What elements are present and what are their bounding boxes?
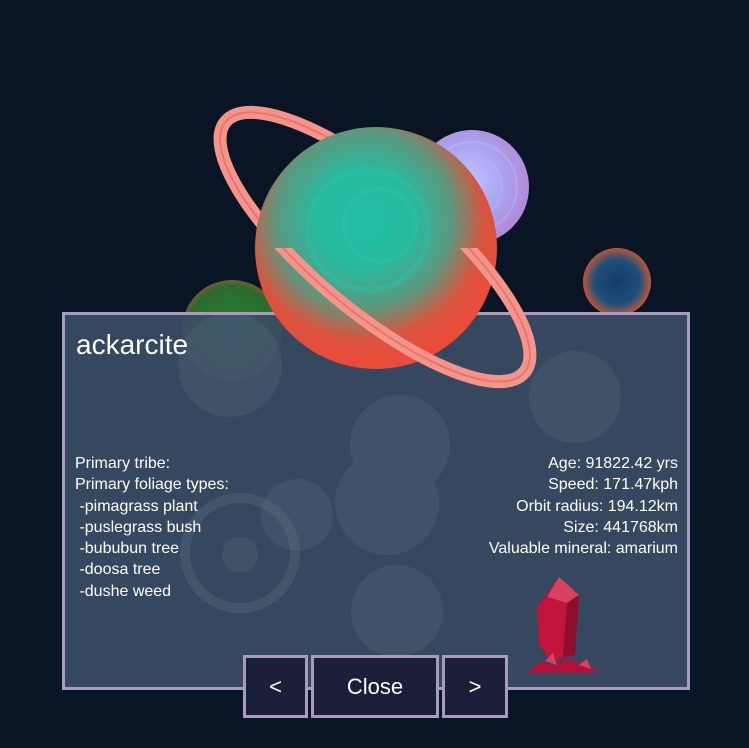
foliage-item: -dushe weed (75, 582, 172, 600)
planet-info-panel: ackarcite Primary tribe: Primary foliage… (62, 312, 690, 690)
primary-foliage-label: Primary foliage types: (75, 476, 229, 494)
planet-mineral: Valuable mineral: amarium (488, 540, 678, 558)
primary-tribe-label: Primary tribe: (75, 455, 171, 472)
foliage-item: -pimagrass plant (75, 497, 198, 515)
foliage-item: -puslegrass bush (75, 518, 202, 536)
moon-planet (415, 130, 529, 244)
planet-name: ackarcite (76, 329, 189, 360)
small-blue-planet (583, 248, 651, 316)
previous-planet-button[interactable]: < (243, 655, 308, 718)
planet-size: Size: 441768km (563, 518, 678, 536)
planet-speed: Speed: 171.47kph (548, 476, 678, 494)
planet-orbit-radius: Orbit radius: 194.12km (516, 497, 678, 515)
foliage-item: -bububun tree (75, 540, 180, 558)
planet-age: Age: 91822.42 yrs (548, 455, 678, 472)
next-planet-button[interactable]: > (442, 655, 508, 718)
foliage-item: -doosa tree (75, 561, 161, 579)
planet-details-left: Primary tribe: Primary foliage types: -p… (75, 453, 229, 602)
planet-stats-right: Age: 91822.42 yrs Speed: 171.47kph Orbit… (489, 453, 678, 559)
close-button[interactable]: Close (311, 655, 439, 718)
red-crystal-icon (527, 577, 599, 673)
